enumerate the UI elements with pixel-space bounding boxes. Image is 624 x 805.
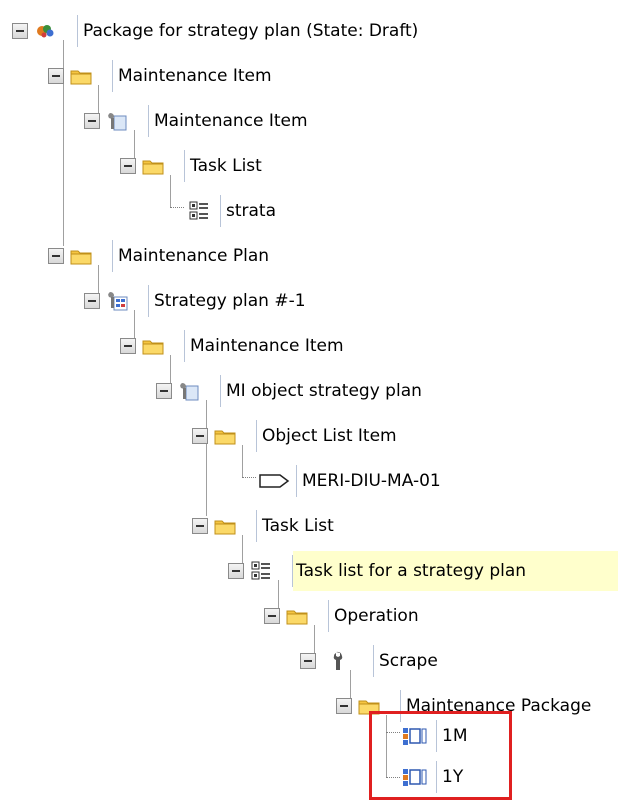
node-label: Maintenance Item <box>118 66 272 86</box>
collapse-toggle[interactable] <box>120 158 136 174</box>
separator <box>373 645 374 677</box>
strategy-plan-icon <box>106 290 128 312</box>
collapse-toggle[interactable] <box>12 23 28 39</box>
separator <box>220 195 221 227</box>
node-label: Maintenance Item <box>190 336 344 356</box>
separator <box>77 15 78 47</box>
collapse-toggle[interactable] <box>336 698 352 714</box>
tree-node-task-list-folder[interactable]: Task List <box>0 506 624 546</box>
collapse-toggle[interactable] <box>264 608 280 624</box>
highlight-box <box>369 711 512 800</box>
tree-node-strata[interactable]: strata <box>0 191 624 231</box>
node-label: strata <box>226 201 277 221</box>
separator <box>148 285 149 317</box>
package-icon <box>34 20 56 42</box>
node-label: Strategy plan #-1 <box>154 291 306 311</box>
node-label: Scrape <box>379 651 438 671</box>
separator <box>256 420 257 452</box>
node-label: Package for strategy plan (State: Draft) <box>83 21 419 41</box>
folder-icon <box>214 515 236 537</box>
tree-node-operation-folder[interactable]: Operation <box>0 596 624 636</box>
folder-icon <box>286 605 308 627</box>
tree-node-maintenance-item-folder[interactable]: Maintenance Item <box>0 56 624 96</box>
task-list-icon <box>188 200 210 222</box>
separator <box>256 510 257 542</box>
tree-node-package-1y[interactable]: 1Y <box>0 757 624 797</box>
wrench-icon <box>330 650 352 672</box>
collapse-toggle[interactable] <box>300 653 316 669</box>
tree-node-scrape[interactable]: Scrape <box>0 641 624 681</box>
tree-node-strategy-plan[interactable]: Strategy plan #-1 <box>0 281 624 321</box>
tree-node-package[interactable]: Package for strategy plan (State: Draft) <box>0 11 624 51</box>
tree-node-maintenance-plan-folder[interactable]: Maintenance Plan <box>0 236 624 276</box>
tree-node-object-list-item-folder[interactable]: Object List Item <box>0 416 624 456</box>
collapse-toggle[interactable] <box>84 293 100 309</box>
folder-icon <box>142 335 164 357</box>
collapse-toggle[interactable] <box>192 518 208 534</box>
maintenance-item-icon <box>106 110 128 132</box>
collapse-toggle[interactable] <box>156 383 172 399</box>
tree-node-equipment[interactable]: MERI-DIU-MA-01 <box>0 461 624 501</box>
folder-icon <box>70 245 92 267</box>
collapse-toggle[interactable] <box>48 248 64 264</box>
collapse-toggle[interactable] <box>84 113 100 129</box>
separator <box>112 60 113 92</box>
node-label: Task List <box>190 156 262 176</box>
tree-node-package-1m[interactable]: 1M <box>0 716 624 756</box>
node-label: Object List Item <box>262 426 397 446</box>
tree-node-task-list-strategy-plan[interactable]: Task list for a strategy plan <box>0 551 624 591</box>
node-label: MI object strategy plan <box>226 381 422 401</box>
task-list-icon <box>250 560 272 582</box>
collapse-toggle[interactable] <box>120 338 136 354</box>
folder-icon <box>70 65 92 87</box>
equipment-tag-icon <box>258 470 290 492</box>
tree-node-task-list-folder[interactable]: Task List <box>0 146 624 186</box>
tree-node-maintenance-item-folder[interactable]: Maintenance Item <box>0 326 624 366</box>
collapse-toggle[interactable] <box>228 563 244 579</box>
node-label: Maintenance Plan <box>118 246 270 266</box>
node-label: MERI-DIU-MA-01 <box>302 471 441 491</box>
separator <box>184 150 185 182</box>
separator <box>112 240 113 272</box>
maintenance-item-icon <box>178 380 200 402</box>
separator <box>184 330 185 362</box>
node-label: Maintenance Item <box>154 111 308 131</box>
node-label: Task List <box>262 516 334 536</box>
folder-icon <box>214 425 236 447</box>
separator <box>220 375 221 407</box>
strategy-plan-tree: Package for strategy plan (State: Draft)… <box>0 0 624 805</box>
collapse-toggle[interactable] <box>48 68 64 84</box>
separator <box>148 105 149 137</box>
tree-node-maintenance-item[interactable]: Maintenance Item <box>0 101 624 141</box>
node-label: Task list for a strategy plan <box>293 551 618 591</box>
collapse-toggle[interactable] <box>192 428 208 444</box>
separator <box>296 465 297 497</box>
separator <box>328 600 329 632</box>
tree-node-mi-object-strategy-plan[interactable]: MI object strategy plan <box>0 371 624 411</box>
node-label: Operation <box>334 606 419 626</box>
folder-icon <box>142 155 164 177</box>
